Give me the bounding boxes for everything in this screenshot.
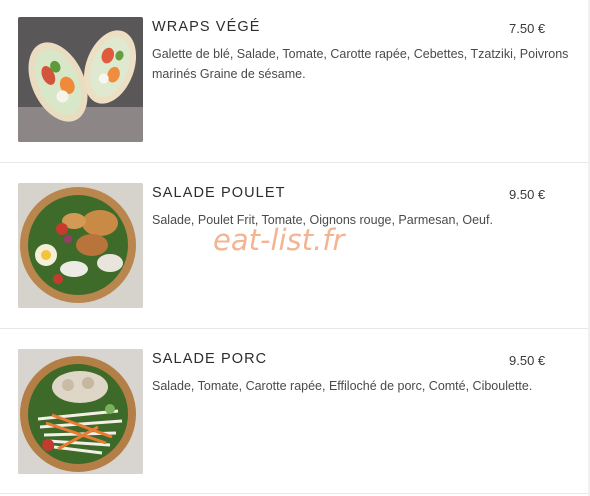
menu-item-wraps-vege[interactable]: WRAPS VÉGÉ 7.50 € Galette de blé, Salade… xyxy=(0,0,588,163)
item-name: WRAPS VÉGÉ xyxy=(152,19,261,35)
pork-salad-photo xyxy=(18,349,143,474)
item-price: 7.50 € xyxy=(509,21,546,36)
menu-item-salade-poulet[interactable]: SALADE POULET 9.50 € Salade, Poulet Frit… xyxy=(0,165,588,329)
item-price: 9.50 € xyxy=(509,187,546,202)
chicken-salad-photo xyxy=(18,183,143,308)
wrap-photo xyxy=(18,17,143,142)
item-name: SALADE POULET xyxy=(152,185,286,201)
item-price: 9.50 € xyxy=(509,353,546,368)
item-description: Salade, Poulet Frit, Tomate, Oignons rou… xyxy=(152,213,493,227)
item-name: SALADE PORC xyxy=(152,351,268,367)
item-description: Salade, Tomate, Carotte rapée, Effiloché… xyxy=(152,379,533,393)
item-description: Galette de blé, Salade, Tomate, Carotte … xyxy=(152,47,569,81)
menu-item-salade-porc[interactable]: SALADE PORC 9.50 € Salade, Tomate, Carot… xyxy=(0,330,588,494)
menu-list: WRAPS VÉGÉ 7.50 € Galette de blé, Salade… xyxy=(0,0,588,496)
